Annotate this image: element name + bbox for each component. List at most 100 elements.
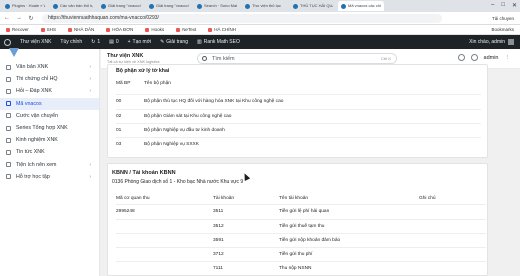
my-account[interactable]: Xin chào, admin [469, 39, 514, 45]
more-icon[interactable]: ⋮ [505, 55, 511, 61]
bookmark[interactable]: Recover [6, 27, 29, 32]
bookmark-label: NHÀ DÂN [74, 27, 95, 32]
code-icon [6, 101, 11, 107]
table-row: 2995248 3511 Tiền gửi lệ phí hải quan [116, 204, 486, 218]
maximize-icon[interactable]: □ [501, 2, 505, 9]
column-header: Tên tài khoản [279, 195, 309, 201]
dept-code: 03 [116, 142, 122, 147]
browser-tab-strip: Plugins · Hoale » WordPress Các văn bản … [0, 0, 520, 12]
sidebar-item-thi-chung-chi[interactable]: Thi chứng chỉ HQ › [0, 73, 99, 85]
browser-tab[interactable]: Plugins · Hoale » WordPress [2, 1, 48, 11]
account-number: 3512 [213, 224, 224, 229]
tab-title: Plugins · Hoale » WordPress [12, 3, 45, 8]
bookmark[interactable]: NeText [176, 27, 196, 32]
bookmark-icon [40, 27, 45, 32]
browser-tab[interactable]: Giải trang "vnacco" · thuvien [98, 1, 144, 11]
account-number: 3511 [213, 209, 224, 214]
account-name: Tiền gửi thuế tạm thu [279, 224, 325, 229]
sidebar-item-kinh-nghiem[interactable]: Kinh nghiệm XNK [0, 134, 99, 146]
minimize-icon[interactable]: – [491, 2, 494, 9]
user-menu[interactable]: admin [484, 55, 499, 61]
bookmarks-bar: Recover SHS NHÀ DÂN HÓA ĐƠN Hooks NeText… [0, 25, 520, 35]
bookmark[interactable]: NHÀ DÂN [68, 27, 94, 32]
updates-icon: ↻ [91, 39, 96, 45]
new-content-link[interactable]: + Tạo mới [128, 39, 151, 45]
tab-title: Giải trang "vnacco" · Search [156, 3, 189, 8]
sidebar-item-label: Hỗ trợ học tập [16, 173, 50, 180]
bookmark[interactable]: SHS [40, 27, 57, 32]
bell-icon[interactable] [470, 54, 478, 61]
chevron-right-icon: › [89, 64, 91, 71]
sidebar-item-tien-ich[interactable]: Tiện ích nên xem › [0, 159, 99, 171]
all-bookmarks[interactable]: Bookmarks [491, 27, 514, 32]
sidebar-item-label: Tiện ích nên xem [16, 161, 57, 168]
bookmark-label: NeText [182, 27, 197, 32]
wp-logo[interactable] [4, 38, 11, 46]
browser-tab[interactable]: Giải trang "vnacco" · Search [146, 1, 192, 11]
sidebar-item-van-ban[interactable]: Văn bản XNK › [0, 61, 99, 73]
plus-icon: + [127, 39, 131, 45]
dept-name: Bộ phận Nghiệp vụ đầu tư kinh doanh [144, 128, 225, 133]
account-name: Tiền gửi nộp khoản đảm bảo [279, 238, 341, 243]
table-row: 3512 Tiền gửi thuế tạm thu [116, 219, 486, 233]
sidebar-item-series[interactable]: Series Tổng hợp XNK [0, 122, 99, 134]
url-field[interactable]: https://thuviennuathhaquan.com/ma-vnacco… [42, 13, 442, 23]
address-bar: ← → ↻ https://thuviennuathhaquan.com/ma-… [0, 12, 520, 25]
account-number: 3712 [213, 252, 224, 257]
favicon-icon [293, 3, 298, 9]
sidebar-item-ma-vnacos[interactable]: Mã vnacos [0, 97, 99, 110]
news-icon [6, 149, 11, 155]
favicon-icon [101, 3, 106, 9]
favicon-icon [53, 3, 58, 9]
bookmark[interactable]: Hooks [145, 27, 164, 32]
dept-code: 02 [116, 114, 122, 119]
back-icon[interactable]: ← [2, 15, 12, 21]
sidebar-item-hoi-dap[interactable]: Hỏi – Đáp XNK › [0, 85, 99, 97]
moon-icon[interactable] [457, 54, 465, 61]
greeting: Xin chào, admin [469, 39, 505, 45]
edit-link[interactable]: ✎ Giải trang [160, 39, 188, 45]
reload-icon[interactable]: ↻ [26, 15, 36, 22]
search-icon [202, 56, 207, 61]
browser-tab[interactable]: Thư viện thủ tục [242, 1, 288, 11]
sidebar-item-label: Hỏi – Đáp XNK [16, 88, 52, 95]
extensions-button[interactable]: Tải chuyen [492, 16, 514, 21]
avatar [508, 39, 514, 45]
browser-tab[interactable]: THỦ TỤC HẢI QUAN [290, 1, 336, 11]
comments-link[interactable]: ▤ 0 [109, 39, 119, 45]
site-name-link[interactable]: Thư viện XNK [20, 39, 51, 45]
sidebar-item-label: Kinh nghiệm XNK [16, 137, 58, 144]
bookmark-label: SHS [46, 27, 57, 32]
site-logo[interactable] [0, 48, 99, 61]
table-row: 02 Bộ phận Giám sát tại Khu công nghệ cao [116, 109, 481, 123]
tools-icon [6, 162, 11, 168]
table-row: 7111 Thu nộp NSNN [116, 261, 486, 275]
browser-tab-active[interactable]: Mã vnacos các chi cục Hải quan [338, 1, 384, 11]
bookmark-label: HÀ CHÍNH [214, 27, 236, 32]
chevron-right-icon: › [89, 161, 91, 168]
card-title: KBNN / Tài khoản KBNN [112, 170, 176, 176]
browser-tab[interactable]: Các văn bản thủ tục đường sắt [50, 1, 96, 11]
updates-link[interactable]: ↻ 1 [91, 39, 100, 45]
department-card: Bộ phận xử lý tờ khai Mã BP Tên bộ phận 0… [107, 64, 488, 158]
customize-link[interactable]: Tùy chỉnh [60, 39, 82, 45]
sidebar: Văn bản XNK › Thi chứng chỉ HQ › Hỏi – Đáp… [0, 48, 100, 276]
favicon-icon [245, 3, 250, 9]
bookmark[interactable]: HÀ CHÍNH [208, 27, 236, 32]
sidebar-item-cuoc-van-chuyen[interactable]: Cước vận chuyển [0, 110, 99, 122]
rank-math-link[interactable]: ▥ Rank Math SEO [197, 39, 240, 45]
dept-name: Bộ phận Giám sát tại Khu công nghệ cao [144, 114, 232, 119]
sidebar-item-ho-tro[interactable]: Hỗ trợ học tập › [0, 171, 99, 183]
forward-icon[interactable]: → [14, 15, 24, 21]
table-header: Mã BP Tên bộ phận [116, 81, 481, 86]
wp-admin-bar: Thư viện XNK Tùy chỉnh ↻ 1 ▤ 0 + Tạo mới ✎ G… [0, 35, 520, 49]
card-subtitle: 0136 Phòng Giao dịch số 1 - Kho bạc Nhà … [112, 179, 244, 185]
browser-tab[interactable]: Search · Sono Mail [194, 1, 240, 11]
bookmark-icon [208, 27, 213, 32]
chevron-right-icon: › [89, 173, 91, 180]
search-input[interactable]: Tìm kiếm Ctrl K [197, 53, 397, 64]
sidebar-item-tin-tuc[interactable]: Tin tức XNK [0, 146, 99, 158]
bookmark[interactable]: HÓA ĐƠN [106, 27, 133, 32]
close-icon[interactable]: ✕ [512, 2, 517, 9]
sidebar-item-label: Thi chứng chỉ HQ [16, 76, 58, 83]
